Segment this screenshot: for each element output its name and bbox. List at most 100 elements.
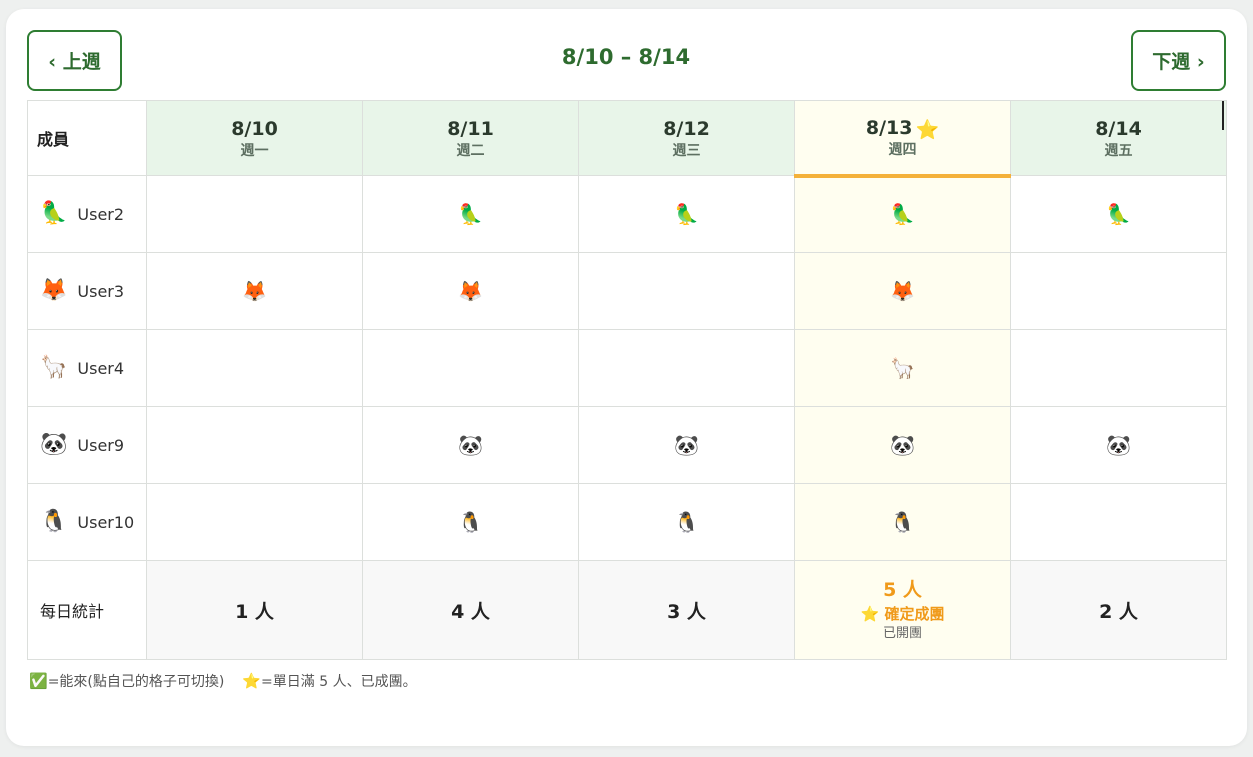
penguin-icon: 🐧 [458,509,483,534]
member-cell: 🦊 User3 [27,252,147,330]
fox-avatar-icon: 🦊 [40,278,68,303]
daily-count: 5 人 [883,579,922,601]
day-header-0813: 8/13 ⭐ 週四 [794,100,1011,178]
member-name: User2 [77,204,125,224]
member-name: User9 [77,435,125,455]
daily-count: 4 人 [451,600,490,623]
availability-cell[interactable] [1010,252,1227,330]
parrot-icon: 🦜 [1106,201,1131,226]
penguin-icon: 🐧 [674,509,699,534]
confirmed-badge: ⭐ 確定成團 [860,605,945,623]
stats-cell: 1 人 [146,560,363,660]
availability-cell[interactable]: 🐧 [794,483,1011,561]
day-date: 8/11 [447,118,494,140]
legend-available: ✅=能來(點自己的格子可切換) [29,671,224,691]
parrot-avatar-icon: 🦜 [40,201,68,226]
schedule-card: ‹ 上週 8/10 – 8/14 下週 › 成員 8/10 週一 8/11 週二… [6,9,1247,746]
star-icon: ⭐ [242,672,262,690]
parrot-icon: 🦜 [674,201,699,226]
member-cell: 🦜 User2 [27,175,147,253]
member-cell: 🐧 User10 [27,483,147,561]
availability-cell[interactable]: 🦙 [794,329,1011,407]
fox-icon: 🦊 [458,278,483,303]
availability-cell[interactable]: 🦊 [794,252,1011,330]
llama-avatar-icon: 🦙 [40,355,68,380]
day-weekday: 週一 [240,143,269,159]
availability-cell[interactable]: 🦜 [1010,175,1227,253]
availability-cell[interactable]: 🐼 [1010,406,1227,484]
member-column-header: 成員 [27,100,147,176]
stats-cell-today: 5 人 ⭐ 確定成團 已開團 [794,560,1011,660]
fox-icon: 🦊 [242,278,267,303]
panda-icon: 🐼 [890,432,915,457]
availability-cell[interactable] [578,329,795,407]
llama-icon: 🦙 [890,355,915,380]
day-header-0810: 8/10 週一 [146,100,363,176]
availability-cell[interactable]: 🐼 [362,406,579,484]
member-row-user4: 🦙 User4 🦙 [27,329,1227,407]
availability-cell[interactable]: 🦜 [794,175,1011,253]
prev-week-button[interactable]: ‹ 上週 [27,30,122,91]
panda-icon: 🐼 [674,432,699,457]
day-date: 8/13 ⭐ [795,115,1010,141]
availability-cell[interactable] [1010,483,1227,561]
scroll-indicator [1222,101,1224,130]
member-row-user10: 🐧 User10 🐧 🐧 🐧 [27,483,1227,561]
star-icon: ⭐ [915,119,940,142]
legend-confirmed: ⭐=單日滿 5 人、已成團。 [242,671,416,691]
availability-cell[interactable] [146,329,363,407]
availability-cell[interactable]: 🦊 [146,252,363,330]
day-header-0812: 8/12 週三 [578,100,795,176]
day-date: 8/10 [231,118,278,140]
panda-icon: 🐼 [458,432,483,457]
daily-count: 1 人 [235,600,274,623]
panda-icon: 🐼 [1106,432,1131,457]
parrot-icon: 🦜 [458,201,483,226]
availability-cell[interactable] [146,175,363,253]
availability-table: 成員 8/10 週一 8/11 週二 8/12 週三 8/13 ⭐ 週四 8/1… [27,100,1227,660]
parrot-icon: 🦜 [890,202,915,227]
availability-cell[interactable] [362,329,579,407]
member-cell: 🐼 User9 [27,406,147,484]
member-name: User10 [77,512,135,532]
penguin-icon: 🐧 [890,509,915,534]
day-date: 8/12 [663,118,710,140]
availability-cell[interactable] [146,483,363,561]
availability-cell[interactable]: 🦊 [362,252,579,330]
day-header-0811: 8/11 週二 [362,100,579,176]
availability-cell[interactable]: 🦜 [578,175,795,253]
availability-cell[interactable]: 🐼 [794,406,1011,484]
day-weekday: 週三 [672,143,701,159]
member-name: User4 [77,358,125,378]
member-row-user3: 🦊 User3 🦊 🦊 🦊 [27,252,1227,330]
fox-icon: 🦊 [890,278,915,303]
availability-cell[interactable] [1010,329,1227,407]
panda-avatar-icon: 🐼 [40,432,68,457]
day-weekday: 週五 [1104,143,1133,159]
day-date: 8/14 [1095,118,1142,140]
next-week-button[interactable]: 下週 › [1131,30,1226,91]
availability-cell[interactable]: 🐧 [362,483,579,561]
daily-count: 2 人 [1099,600,1138,623]
legend-confirmed-text: =單日滿 5 人、已成團。 [261,674,417,690]
day-weekday: 週二 [456,143,485,159]
daily-stats-row: 每日統計 1 人 4 人 3 人 5 人 ⭐ 確定成團 已開團 2 人 [27,560,1227,660]
penguin-avatar-icon: 🐧 [40,509,68,534]
member-name: User3 [77,281,125,301]
availability-cell[interactable]: 🐼 [578,406,795,484]
availability-cell[interactable] [578,252,795,330]
legend-available-text: =能來(點自己的格子可切換) [47,674,225,690]
daily-count: 3 人 [667,600,706,623]
member-row-user2: 🦜 User2 🦜 🦜 🦜 🦜 [27,175,1227,253]
stats-label: 每日統計 [27,560,147,660]
member-cell: 🦙 User4 [27,329,147,407]
availability-cell[interactable] [146,406,363,484]
stats-cell: 3 人 [578,560,795,660]
member-row-user9: 🐼 User9 🐼 🐼 🐼 🐼 [27,406,1227,484]
day-weekday: 週四 [888,142,917,159]
day-header-0814: 8/14 週五 [1010,100,1227,176]
opened-status: 已開團 [882,626,922,641]
availability-cell[interactable]: 🐧 [578,483,795,561]
stats-cell: 2 人 [1010,560,1227,660]
availability-cell[interactable]: 🦜 [362,175,579,253]
